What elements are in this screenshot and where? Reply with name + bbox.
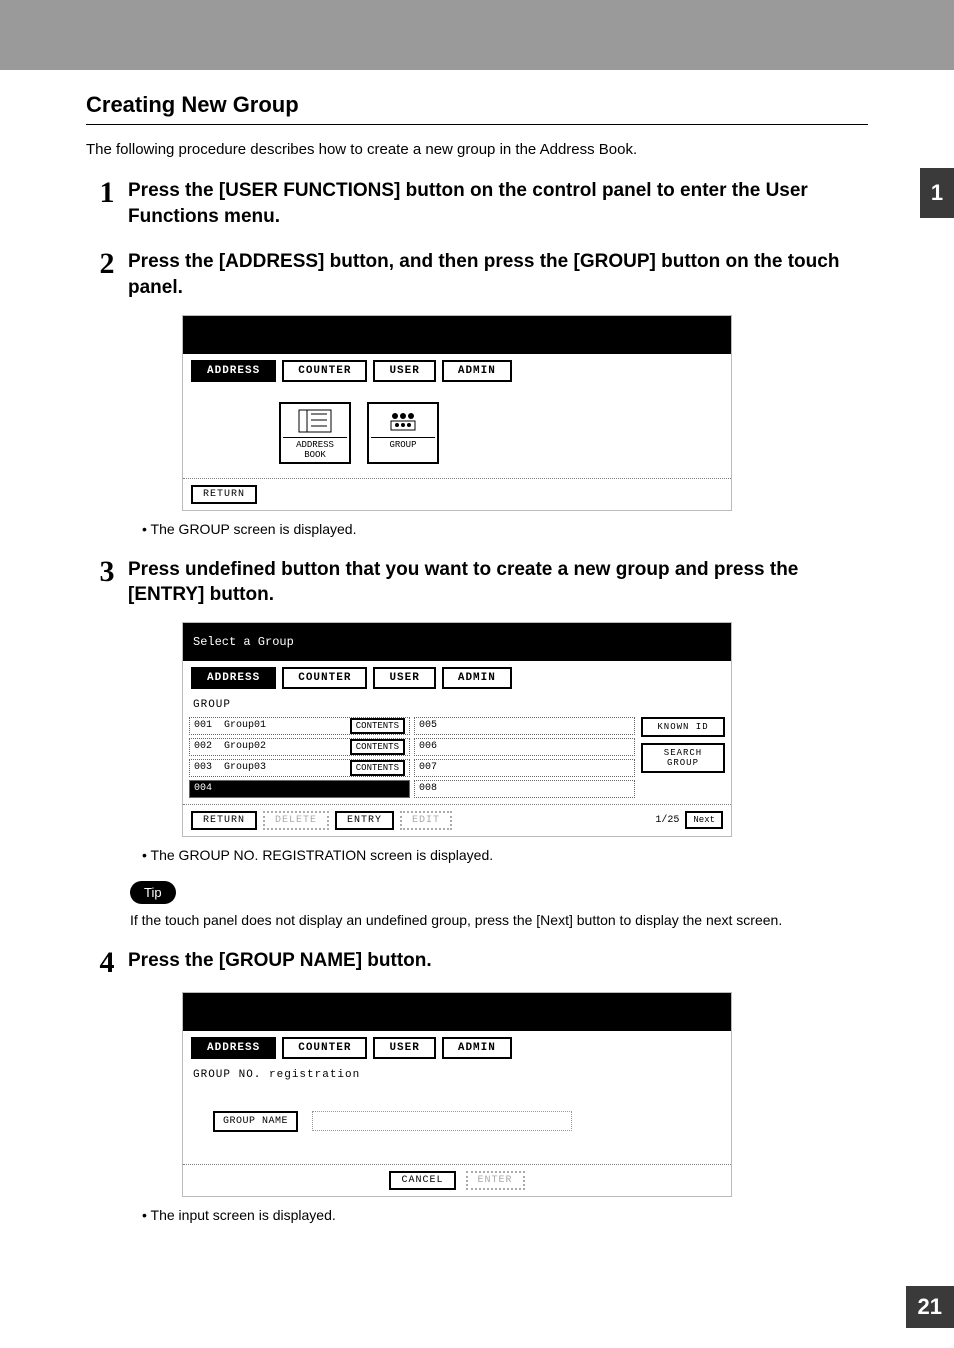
address-book-icon — [283, 406, 347, 438]
tab-admin[interactable]: ADMIN — [442, 667, 512, 689]
group-name-field[interactable] — [312, 1111, 572, 1131]
icon-label: ADDRESS BOOK — [296, 440, 334, 460]
slot-name: Group03 — [224, 762, 344, 773]
group-column-left: 001 Group01 CONTENTS 002 Group02 CONTENT… — [189, 717, 410, 798]
slot-id: 003 — [194, 762, 218, 773]
edit-button: EDIT — [400, 811, 452, 830]
group-icon-button[interactable]: GROUP — [367, 402, 439, 464]
registration-subhead: GROUP NO. registration — [183, 1065, 731, 1085]
tab-user[interactable]: USER — [373, 1037, 435, 1059]
step-number: 2 — [86, 249, 128, 279]
slot-id: 004 — [194, 783, 218, 794]
slot-id: 001 — [194, 720, 218, 731]
page-top-bar — [0, 0, 954, 70]
search-group-button[interactable]: SEARCH GROUP — [641, 743, 725, 773]
contents-button[interactable]: CONTENTS — [350, 718, 405, 734]
slot-id: 002 — [194, 741, 218, 752]
group-column-right: 005 006 007 008 — [414, 717, 635, 798]
group-slot[interactable]: 002 Group02 CONTENTS — [189, 738, 410, 756]
section-title: Creating New Group — [86, 92, 868, 125]
contents-button[interactable]: CONTENTS — [350, 760, 405, 776]
group-subhead: GROUP — [183, 695, 731, 715]
screenshot-address-group: ADDRESS COUNTER USER ADMIN ADDRESS BOOK — [182, 315, 732, 511]
screenshot-tabs: ADDRESS COUNTER USER ADMIN — [183, 661, 731, 695]
screenshot-titlebar — [183, 993, 731, 1031]
group-slot[interactable]: 007 — [414, 759, 635, 777]
step-4: 4 Press the [GROUP NAME] button. — [86, 948, 868, 978]
step-number: 4 — [86, 948, 128, 978]
entry-button[interactable]: ENTRY — [335, 811, 394, 830]
address-book-icon-button[interactable]: ADDRESS BOOK — [279, 402, 351, 464]
enter-button: ENTER — [466, 1171, 525, 1190]
tab-counter[interactable]: COUNTER — [282, 360, 367, 382]
tab-address[interactable]: ADDRESS — [191, 360, 276, 382]
return-button[interactable]: RETURN — [191, 485, 257, 504]
step-heading: Press the [USER FUNCTIONS] button on the… — [128, 178, 868, 229]
tab-admin[interactable]: ADMIN — [442, 360, 512, 382]
known-id-button[interactable]: KNOWN ID — [641, 717, 725, 737]
group-slot[interactable]: 005 — [414, 717, 635, 735]
slot-name: Group01 — [224, 720, 344, 731]
page-number: 21 — [906, 1286, 954, 1328]
step-2: 2 Press the [ADDRESS] button, and then p… — [86, 249, 868, 300]
tab-admin[interactable]: ADMIN — [442, 1037, 512, 1059]
tab-user[interactable]: USER — [373, 667, 435, 689]
slot-id: 006 — [419, 741, 443, 752]
step-3: 3 Press undefined button that you want t… — [86, 557, 868, 608]
screenshot-select-group: Select a Group ADDRESS COUNTER USER ADMI… — [182, 622, 732, 837]
screenshot-tabs: ADDRESS COUNTER USER ADMIN — [183, 1031, 731, 1065]
group-slot[interactable]: 003 Group03 CONTENTS — [189, 759, 410, 777]
delete-button: DELETE — [263, 811, 329, 830]
slot-id: 005 — [419, 720, 443, 731]
cancel-button[interactable]: CANCEL — [389, 1171, 455, 1190]
tab-address[interactable]: ADDRESS — [191, 667, 276, 689]
group-icon — [371, 406, 435, 438]
step-heading: Press the [ADDRESS] button, and then pre… — [128, 249, 868, 300]
intro-text: The following procedure describes how to… — [86, 141, 868, 158]
step-1: 1 Press the [USER FUNCTIONS] button on t… — [86, 178, 868, 229]
tab-user[interactable]: USER — [373, 360, 435, 382]
step-number: 3 — [86, 557, 128, 587]
return-button[interactable]: RETURN — [191, 811, 257, 830]
group-slot-selected[interactable]: 004 — [189, 780, 410, 798]
group-name-button[interactable]: GROUP NAME — [213, 1111, 298, 1132]
step-3-bullet: The GROUP NO. REGISTRATION screen is dis… — [142, 847, 868, 863]
group-slot[interactable]: 008 — [414, 780, 635, 798]
group-slot[interactable]: 006 — [414, 738, 635, 756]
page-content: Creating New Group The following procedu… — [0, 70, 954, 1283]
tip-label: Tip — [130, 881, 176, 904]
slot-name: Group02 — [224, 741, 344, 752]
step-2-bullet: The GROUP screen is displayed. — [142, 521, 868, 537]
step-heading: Press undefined button that you want to … — [128, 557, 868, 608]
slot-id: 007 — [419, 762, 443, 773]
icon-label: GROUP — [389, 440, 416, 450]
page-indicator: 1/25 — [655, 815, 679, 826]
screenshot-tabs: ADDRESS COUNTER USER ADMIN — [183, 354, 731, 388]
tab-counter[interactable]: COUNTER — [282, 1037, 367, 1059]
screenshot-titlebar: Select a Group — [183, 623, 731, 661]
step-number: 1 — [86, 178, 128, 208]
screenshot-group-name: ADDRESS COUNTER USER ADMIN GROUP NO. reg… — [182, 992, 732, 1197]
slot-id: 008 — [419, 783, 443, 794]
step-4-bullet: The input screen is displayed. — [142, 1207, 868, 1223]
screenshot-titlebar — [183, 316, 731, 354]
next-button[interactable]: Next — [685, 811, 723, 829]
chapter-side-tab: 1 — [920, 168, 954, 218]
contents-button[interactable]: CONTENTS — [350, 739, 405, 755]
tip-text: If the touch panel does not display an u… — [130, 912, 868, 928]
tab-address[interactable]: ADDRESS — [191, 1037, 276, 1059]
tab-counter[interactable]: COUNTER — [282, 667, 367, 689]
group-slot[interactable]: 001 Group01 CONTENTS — [189, 717, 410, 735]
step-heading: Press the [GROUP NAME] button. — [128, 948, 868, 974]
